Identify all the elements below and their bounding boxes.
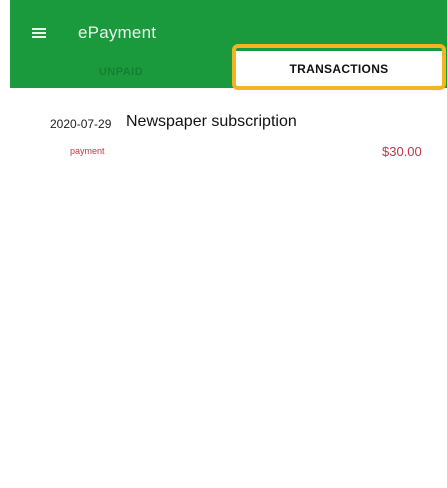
app-title: ePayment [78, 23, 157, 42]
hamburger-menu-icon[interactable] [32, 28, 46, 38]
transaction-row[interactable]: 2020-07-29 Newspaper subscription paymen… [0, 104, 447, 164]
transaction-title: Newspaper subscription [126, 113, 297, 130]
transaction-date: 2020-07-29 [50, 117, 112, 131]
tab-unpaid[interactable]: UNPAID [10, 56, 232, 88]
tab-transactions-label: TRANSACTIONS [289, 61, 389, 76]
tab-transactions[interactable]: TRANSACTIONS [232, 44, 446, 90]
transaction-type: payment [70, 146, 105, 156]
transaction-amount: $30.00 [382, 144, 422, 159]
